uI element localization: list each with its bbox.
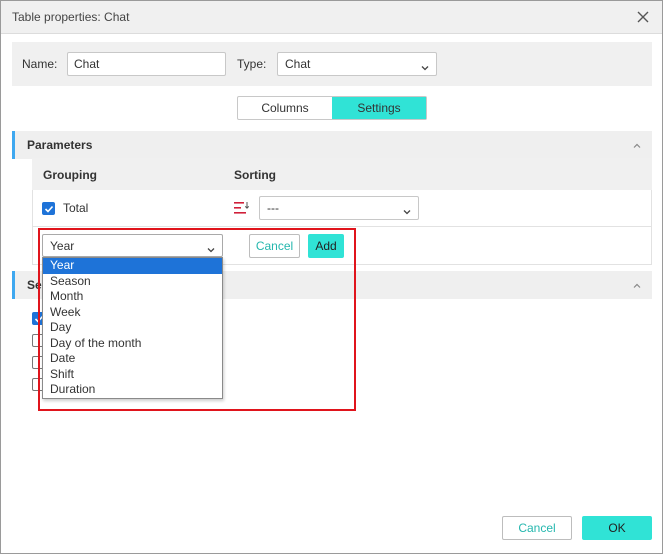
view-tabs: Columns Settings — [237, 96, 427, 120]
dropdown-option-day[interactable]: Day — [43, 320, 222, 336]
grouping-select[interactable]: Year — [42, 234, 223, 257]
row-divider — [32, 226, 652, 227]
sort-select-value: --- — [267, 201, 279, 215]
dialog-title: Table properties: Chat — [12, 10, 130, 24]
type-label: Type: — [237, 57, 267, 71]
chevron-up-icon[interactable] — [632, 280, 642, 290]
name-input-value: Chat — [74, 57, 100, 71]
dropdown-option-month[interactable]: Month — [43, 289, 222, 305]
grouping-dropdown-list: Year Season Month Week Day Day of the mo… — [42, 257, 223, 399]
dropdown-option-season[interactable]: Season — [43, 274, 222, 290]
sort-descending-icon[interactable] — [233, 200, 251, 216]
title-bar: Table properties: Chat — [1, 1, 662, 34]
parameters-section-header[interactable]: Parameters — [12, 131, 652, 159]
properties-panel: Name: Chat Type: Chat — [12, 42, 652, 86]
tab-settings[interactable]: Settings — [332, 97, 426, 119]
ok-button[interactable]: OK — [582, 516, 652, 540]
table-properties-dialog: Table properties: Chat Name: Chat Type: … — [0, 0, 663, 554]
name-label: Name: — [22, 57, 58, 71]
tab-columns[interactable]: Columns — [238, 97, 332, 119]
dropdown-option-day-of-month[interactable]: Day of the month — [43, 336, 222, 352]
chevron-down-icon — [420, 58, 430, 71]
grid-header: Grouping Sorting — [32, 158, 652, 190]
row-add-button[interactable]: Add — [308, 234, 344, 258]
name-input[interactable]: Chat — [67, 52, 226, 76]
chevron-up-icon[interactable] — [632, 140, 642, 150]
close-icon[interactable] — [633, 7, 653, 27]
dropdown-option-duration[interactable]: Duration — [43, 382, 222, 398]
total-label: Total — [63, 201, 89, 215]
type-select[interactable]: Chat — [277, 52, 437, 76]
dropdown-option-week[interactable]: Week — [43, 305, 222, 321]
dropdown-option-shift[interactable]: Shift — [43, 367, 222, 383]
sorting-header: Sorting — [234, 168, 276, 182]
sort-select[interactable]: --- — [259, 196, 419, 220]
parameters-title: Parameters — [27, 138, 93, 152]
total-checkbox[interactable] — [42, 202, 55, 215]
cancel-button[interactable]: Cancel — [502, 516, 572, 540]
type-select-value: Chat — [285, 57, 311, 71]
grouping-header: Grouping — [43, 168, 97, 182]
chevron-down-icon — [402, 202, 412, 215]
chevron-down-icon — [206, 240, 216, 253]
dropdown-option-date[interactable]: Date — [43, 351, 222, 367]
second-section-title: Se — [27, 278, 42, 292]
dropdown-option-year[interactable]: Year — [43, 258, 222, 274]
row-cancel-button[interactable]: Cancel — [249, 234, 300, 258]
grouping-select-value: Year — [50, 239, 75, 253]
